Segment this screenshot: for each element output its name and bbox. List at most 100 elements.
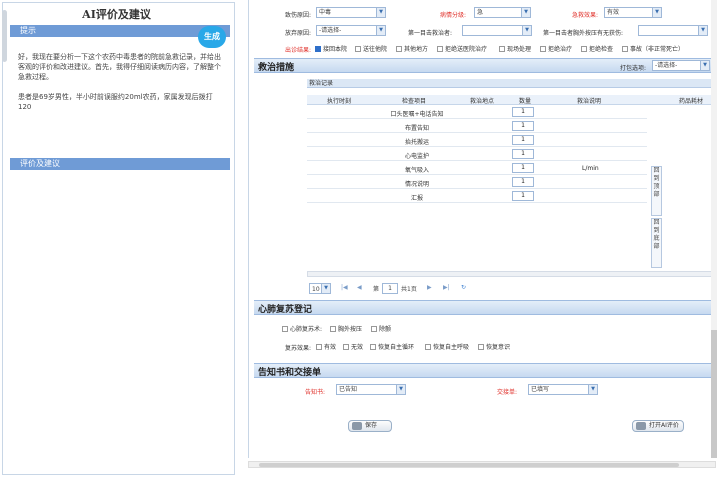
grid-pager: 10 ▼ |◀ ◀ 第 1 共1页 ▶ ▶| ↻ [307, 283, 714, 295]
checkbox-icon [371, 326, 377, 332]
outcome-option[interactable]: 事故（非正常死亡） [622, 44, 684, 53]
column-header: 药品耗材 [679, 98, 704, 105]
handover-label: 交接单: [497, 389, 518, 396]
chevron-down-icon: ▼ [376, 8, 385, 17]
first-witness-select[interactable]: ▼ [462, 25, 532, 36]
checkbox-icon [330, 326, 336, 332]
chevron-down-icon: ▼ [396, 385, 405, 394]
document-icon [636, 422, 646, 430]
row-item: 情况说明 [404, 181, 429, 188]
table-row[interactable]: 心电监护 1 [307, 148, 647, 161]
template-label: 打包选项: [620, 65, 647, 72]
quantity-input[interactable]: 1 [512, 177, 534, 187]
table-row[interactable]: 布置告知 1 [307, 120, 647, 133]
checkbox-icon [343, 344, 349, 350]
table-row[interactable]: 口头医嘱+电话告知 1 [307, 106, 647, 119]
first-cpr-select[interactable]: ▼ [638, 25, 708, 36]
checkbox-icon [370, 344, 376, 350]
outcome-option[interactable]: 送往他院 [355, 44, 387, 53]
quantity-input[interactable]: 1 [512, 121, 534, 131]
cpr-result-option[interactable]: 恢复自主呼吸 [425, 342, 469, 351]
cpr-result-option[interactable]: 恢复意识 [478, 342, 510, 351]
cpr-result-option[interactable]: 无效 [343, 342, 363, 351]
save-button[interactable]: 保存 [348, 420, 392, 432]
chevron-down-icon: ▼ [321, 284, 330, 293]
table-row[interactable]: 情况说明 1 [307, 176, 647, 189]
chevron-down-icon: ▼ [588, 385, 597, 394]
outcome-option[interactable]: 拒绝治疗 [540, 44, 572, 53]
outcome-option[interactable]: 接回本院 [315, 44, 347, 53]
checkbox-icon [478, 344, 484, 350]
checkbox-icon [425, 344, 431, 350]
scrollbar-thumb[interactable] [259, 463, 679, 467]
row-item: 心电监护 [404, 153, 429, 160]
scroll-to-top-button[interactable]: 回到顶部 [651, 166, 662, 216]
column-header: 数量 [519, 98, 532, 105]
abandon-select[interactable]: -请选择- ▼ [316, 25, 386, 36]
table-row[interactable]: 氧气吸入 1 L/min [307, 162, 647, 175]
last-page-icon[interactable]: ▶| [443, 284, 450, 291]
checkbox-icon [622, 46, 628, 52]
chevron-down-icon: ▼ [522, 26, 531, 35]
prev-page-icon[interactable]: ◀ [357, 284, 362, 291]
ai-patient-text: 患者是69岁男性，半小时前误服约20ml农药，家属发现后拨打120 [18, 93, 213, 111]
ai-intro-text: 好，我现在要分析一下这个农药中毒患者的院前急救记录，并给出客观的评价和改进建议。… [18, 53, 221, 81]
effect-label: 急救效果: [572, 12, 599, 19]
next-page-icon[interactable]: ▶ [427, 284, 432, 291]
quantity-input[interactable]: 1 [512, 135, 534, 145]
table-row[interactable]: 抬托搬运 1 [307, 134, 647, 147]
outcome-option[interactable]: 现场处理 [499, 44, 531, 53]
column-header: 执行时刻 [327, 98, 352, 105]
row-item: 抬托搬运 [404, 139, 429, 146]
column-header: 救治地点 [470, 98, 495, 105]
quantity-input[interactable]: 1 [512, 163, 534, 173]
open-ai-evaluation-button[interactable]: 打开AI评价 [632, 420, 684, 432]
grid-header: 执行时刻 检查项目 救治地点 数量 救治说明 药品耗材 [307, 95, 714, 105]
table-row[interactable]: 汇报 1 [307, 190, 647, 203]
first-page-icon[interactable]: |◀ [341, 284, 348, 291]
outcome-option[interactable]: 拒绝检查 [581, 44, 613, 53]
quantity-input[interactable]: 1 [512, 191, 534, 201]
cpr-technique-option[interactable]: 除颤 [371, 324, 391, 333]
checkbox-icon [437, 46, 443, 52]
grid-horizontal-scrollbar[interactable] [307, 271, 714, 277]
severity-label: 病情分级: [440, 12, 467, 19]
chevron-down-icon: ▼ [700, 61, 709, 70]
checkbox-icon [396, 46, 402, 52]
cpr-result-option[interactable]: 恢复自主循环 [370, 342, 414, 351]
refresh-icon[interactable]: ↻ [461, 284, 466, 291]
outcome-label: 出诊结果: [285, 47, 312, 54]
quantity-input[interactable]: 1 [512, 107, 534, 117]
form-vertical-scrollbar[interactable] [711, 0, 717, 458]
page-input[interactable]: 1 [382, 283, 398, 294]
effect-select[interactable]: 有效 ▼ [604, 7, 662, 18]
outcome-option[interactable]: 拒绝送医院治疗 [437, 44, 487, 53]
cpr-technique[interactable]: 心肺复苏术: [282, 324, 322, 333]
chevron-down-icon: ▼ [376, 26, 385, 35]
chevron-down-icon: ▼ [521, 8, 530, 17]
cpr-technique-option[interactable]: 胸外按压 [330, 324, 362, 333]
page-size-select[interactable]: 10 ▼ [309, 283, 331, 294]
scroll-to-bottom-button[interactable]: 回到底部 [651, 218, 662, 268]
checkbox-icon [316, 344, 322, 350]
cause-select[interactable]: 中毒 ▼ [316, 7, 386, 18]
cpr-result-option[interactable]: 有效 [316, 342, 336, 351]
checkbox-icon [355, 46, 361, 52]
severity-select[interactable]: 急 ▼ [474, 7, 531, 18]
quantity-input[interactable]: 1 [512, 149, 534, 159]
template-select[interactable]: -请选择- ▼ [652, 60, 710, 71]
page-prefix: 第 [373, 286, 380, 293]
notice-select[interactable]: 已告知 ▼ [336, 384, 406, 395]
handover-select[interactable]: 已填写 ▼ [528, 384, 598, 395]
outcome-option[interactable]: 其他地方 [396, 44, 428, 53]
row-item: 布置告知 [404, 125, 429, 132]
form-horizontal-scrollbar[interactable] [248, 461, 716, 468]
scrollbar-thumb[interactable] [711, 330, 717, 458]
chevron-down-icon: ▼ [698, 26, 707, 35]
generate-button[interactable]: 生成 [198, 26, 226, 48]
row-item: 氧气吸入 [404, 167, 429, 174]
ai-panel-title: AI评价及建议 [82, 8, 151, 21]
row-item: 汇报 [410, 195, 423, 202]
first-cpr-label: 第一目击者胸外按压有无获伤: [543, 30, 624, 37]
notice-section-header: 告知书和交接单 [254, 363, 714, 378]
